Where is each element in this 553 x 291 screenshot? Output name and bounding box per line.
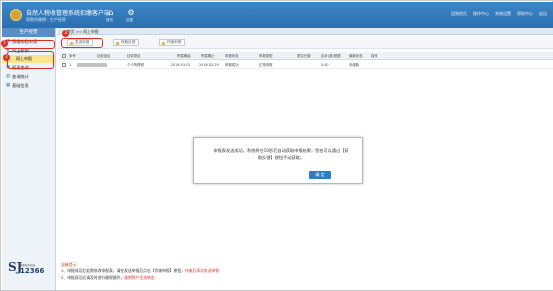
app-title: 自然人税收管理系统扣缴客户端 (26, 10, 111, 17)
settings-caption: 设置 (126, 18, 133, 22)
col-start: 所属期起 (177, 54, 191, 58)
col-paid: 是否已缴 (297, 54, 311, 58)
header-links: 回到首页 操作中心 系统设置 帮助中心 退出 (451, 11, 547, 17)
tax-emblem-icon (10, 9, 22, 21)
cell-item: 个人所得税 (127, 63, 144, 67)
tip-1-highlight: 作废后再次发送申报 (184, 268, 220, 273)
cell-pay-status: 未缴款 (349, 63, 360, 67)
app-header: 自然人税收管理系统扣缴客户端 税款所属期 · 生产经营 ⌂ 首页 ⚙ 设置 回到… (2, 2, 553, 28)
gear-icon[interactable]: ⚙ (126, 8, 136, 17)
col-pay-status: 缴款状态 (349, 54, 363, 58)
header-link-ops[interactable]: 操作中心 (473, 11, 489, 17)
header-link-settings[interactable]: 系统设置 (495, 11, 511, 17)
header-link-home[interactable]: 回到首页 (451, 11, 467, 17)
tip-line-2: 2、申报成功后请及时进行缴税操作，逾期将产生滞纳金 (61, 274, 549, 281)
header-link-help[interactable]: 帮助中心 (517, 11, 533, 17)
col-action: 操作 (371, 54, 378, 58)
step-badge-1: 1 (1, 40, 8, 47)
sidebar: 生产经营 ▤ 预缴纳税申报 ◈ 网上报税 网上申报 ▣ 报表查询 ▥ 查询统计 … (1, 28, 56, 290)
ok-button[interactable]: 确 定 (309, 171, 331, 179)
sidebar-item-label: 基础信息 (12, 82, 29, 88)
hotline-brand: SJ 纳税服务热线 12366 (8, 260, 54, 282)
col-type: 申报类型 (259, 54, 273, 58)
void-declare-button[interactable]: 作废申报 (159, 39, 186, 46)
sidebar-item-stats[interactable]: ▥ 查询统计 (2, 72, 55, 81)
step-badge-2: 2 (3, 54, 10, 61)
hotline-number: 12366 (20, 267, 45, 275)
tips-section: 温馨提示： 1、申报成功后若需修改申报表，请在发送申报后点击【作废申报】按钮，作… (61, 262, 549, 281)
cell-status: 申报成功 (225, 63, 239, 67)
highlight-box-online (7, 51, 54, 69)
toolbar: 发送申报 获取反馈 作废申报 (57, 36, 553, 49)
col-item: 征收项目 (127, 54, 141, 58)
breadcrumb: 首页 >> 网上申报 (57, 28, 553, 35)
dialog-message: 申报表发送成功，系统将在10秒后自动获取申报结果，您也可以通过【获取反馈】按钮手… (213, 148, 349, 160)
app-window: 自然人税收管理系统扣缴客户端 税款所属期 · 生产经营 ⌂ 首页 ⚙ 设置 回到… (0, 0, 553, 291)
table-header: 序号 征收品目 征收项目 所属期起 所属期止 申报状态 申报类型 是否已缴 应补… (59, 52, 553, 60)
success-dialog: 申报表发送成功，系统将在10秒后自动获取申报结果，您也可以通过【获取反馈】按钮手… (193, 137, 363, 184)
col-end: 所属期止 (201, 54, 215, 58)
select-all-checkbox[interactable] (62, 54, 66, 58)
tip-2-highlight: 逾期将产生滞纳金 (124, 275, 155, 280)
cell-type: 正常申报 (259, 63, 273, 67)
highlight-box-send (61, 38, 103, 48)
cell-end: 2016-02-29 (199, 63, 219, 67)
redacted-taxpayer (77, 63, 107, 67)
header-link-exit[interactable]: 退出 (539, 11, 547, 17)
tip-2-text: 2、申报成功后请及时进行缴税操作， (61, 275, 125, 280)
row-checkbox[interactable] (62, 63, 66, 67)
table-row[interactable]: 1 个人所得税 2016-01-01 2016-02-29 申报成功 正常申报 … (59, 61, 553, 69)
highlight-box-prepay (3, 40, 55, 49)
sidebar-item-info[interactable]: ▦ 基础信息 (2, 81, 55, 90)
cell-start: 2016-01-01 (171, 63, 191, 67)
col-no: 序号 (69, 54, 76, 58)
tip-1-text: 1、申报成功后若需修改申报表，请在发送申报后点击【作废申报】按钮， (61, 268, 185, 273)
sidebar-item-label: 查询统计 (12, 73, 29, 79)
void-icon (162, 41, 165, 45)
tip-line-1: 1、申报成功后若需修改申报表，请在发送申报后点击【作废申报】按钮，作废后再次发送… (61, 267, 549, 274)
feedback-icon (116, 41, 119, 45)
app-subtitle: 税款所属期 · 生产经营 (26, 17, 66, 22)
get-feedback-label: 获取反馈 (121, 40, 136, 44)
col-amount: 应补(退)税额 (321, 54, 341, 58)
cell-no: 1 (69, 63, 72, 67)
step-badge-3: 3 (62, 30, 69, 37)
cell-amount: 0.00 (321, 63, 329, 67)
col-status: 申报状态 (225, 54, 239, 58)
col-subject: 征收品目 (97, 54, 111, 58)
home-icon[interactable]: ⌂ (106, 8, 116, 17)
sidebar-title: 生产经营 (2, 28, 55, 37)
home-caption: 首页 (106, 18, 113, 22)
get-feedback-button[interactable]: 获取反馈 (113, 39, 140, 46)
void-declare-label: 作废申报 (167, 40, 182, 44)
